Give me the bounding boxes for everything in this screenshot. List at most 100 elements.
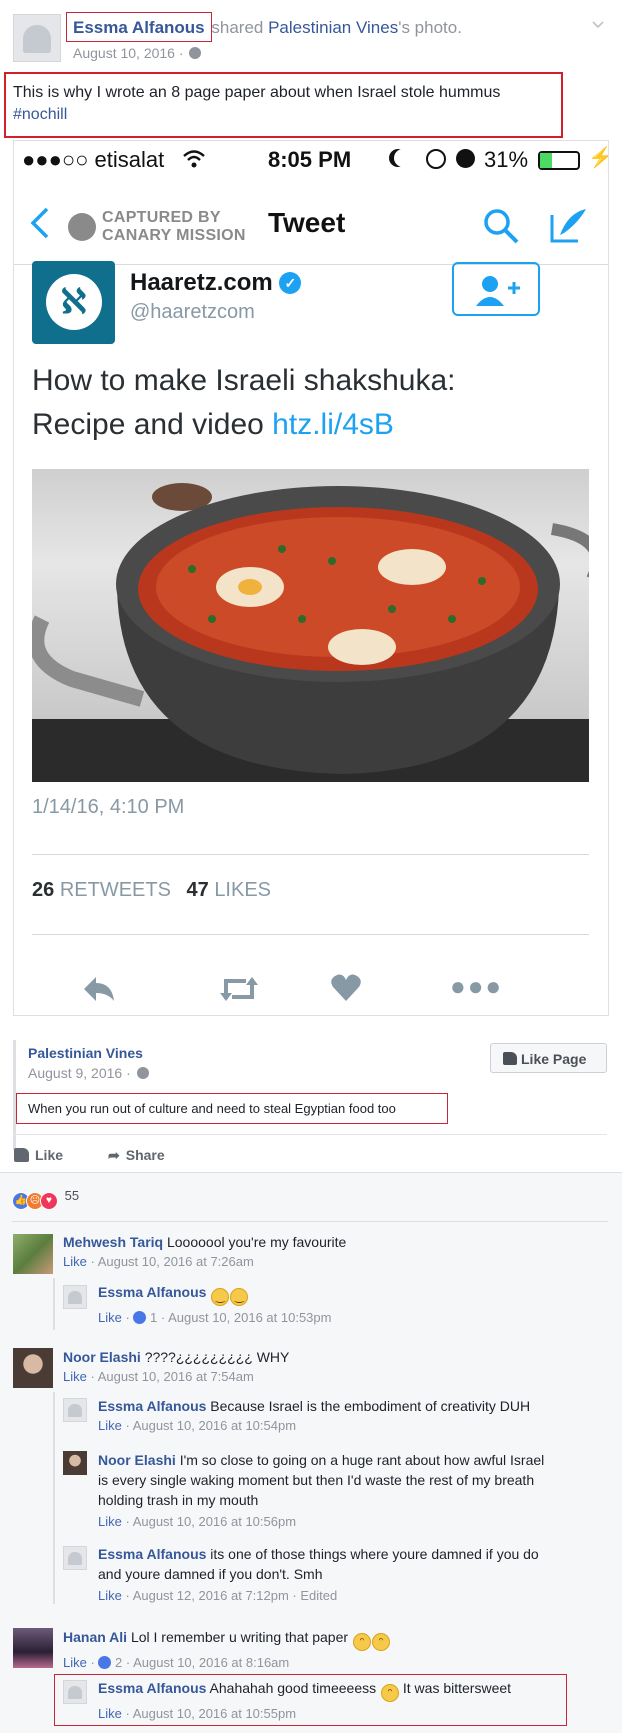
actions-divider (13, 1134, 607, 1135)
comment-like-link[interactable]: Like (63, 1655, 87, 1670)
reply-icon[interactable] (82, 975, 116, 1006)
tweet-text-line-2-text: Recipe and video (32, 408, 264, 441)
source-suffix: 's photo. (398, 18, 462, 37)
search-icon[interactable] (482, 207, 520, 248)
tweet-account-name[interactable]: Haaretz.com ✓ (130, 269, 302, 297)
smirk-emoji-icon: ‿ (211, 1288, 230, 1306)
post-date[interactable]: August 10, 2016 · (73, 45, 184, 61)
shared-page-name[interactable]: Palestinian Vines (28, 1045, 143, 1061)
laughing-emoji-icon: ᵔ (381, 1684, 399, 1702)
comment-timestamp[interactable]: · August 10, 2016 at 7:54am (87, 1369, 253, 1384)
post-caption: This is why I wrote an 8 page paper abou… (13, 82, 558, 126)
reply-author[interactable]: Essma Alfanous (98, 1398, 206, 1414)
reply-author[interactable]: Essma Alfanous (98, 1546, 206, 1562)
reply-thread-line (53, 1392, 55, 1604)
likes-count[interactable]: 47 (187, 879, 209, 901)
reply-author[interactable]: Essma Alfanous (98, 1680, 206, 1696)
more-options-icon[interactable]: ●●● (450, 973, 503, 999)
tweet-text-line-1: How to make Israeli shakshuka: (32, 364, 456, 397)
share-action[interactable]: ➦ Share (108, 1147, 165, 1164)
follow-button[interactable] (452, 262, 540, 316)
globe-icon (136, 1067, 149, 1079)
reply-timestamp[interactable]: · August 10, 2016 at 10:53pm (157, 1310, 332, 1325)
reply-text: Ahahahah good timeeeess (209, 1680, 377, 1696)
comment-timestamp[interactable]: · August 10, 2016 at 8:16am (122, 1655, 289, 1670)
comment-text: ????¿¿¿¿¿¿¿¿¿ WHY (144, 1349, 290, 1365)
shakshuka-photo[interactable] (32, 469, 589, 782)
like-count-icon (133, 1311, 147, 1324)
post-header-line: Essma Alfanous shared Palestinian Vines'… (73, 18, 462, 38)
share-arrow-icon: ➦ (108, 1147, 120, 1163)
reply-timestamp[interactable]: · August 10, 2016 at 10:54pm (122, 1418, 296, 1433)
reactions-count: 55 (64, 1188, 80, 1203)
post-options-chevron-icon[interactable] (592, 18, 604, 30)
author-name[interactable]: Essma Alfanous (73, 18, 205, 37)
reactions-summary[interactable]: 👍 ☹ ♥ 55 (12, 1188, 79, 1210)
moon-icon (394, 149, 412, 167)
comment-like-link[interactable]: Like (63, 1254, 87, 1269)
clock: 8:05 PM (268, 147, 352, 172)
globe-icon (189, 47, 202, 59)
tweet-timestamp: 1/14/16, 4:10 PM (32, 796, 185, 818)
reply-author[interactable]: Essma Alfanous (98, 1284, 206, 1300)
retweets-count[interactable]: 26 (32, 879, 54, 901)
commenter-avatar[interactable] (13, 1234, 53, 1274)
ios-status-bar: ●●●○○ etisalat 8:05 PM 31% ⚡ (14, 141, 608, 181)
reply-avatar[interactable] (63, 1285, 87, 1309)
tweet-link[interactable]: htz.li/4sB (272, 408, 394, 441)
comment-author[interactable]: Noor Elashi (63, 1349, 141, 1365)
compose-icon[interactable] (548, 205, 588, 248)
shared-date[interactable]: August 9, 2016 · (28, 1065, 131, 1081)
shared-date-row: August 9, 2016 · (28, 1065, 149, 1081)
account-name-text: Haaretz.com (130, 269, 273, 296)
tweet-text-line-2: Recipe and video htz.li/4sB (32, 403, 592, 447)
reply-text: Because Israel is the embodiment of crea… (210, 1398, 531, 1414)
shared-text: shared (211, 18, 264, 37)
reply-like-link[interactable]: Like (98, 1588, 122, 1603)
reply-text-line-2: is every single waking moment but then I… (98, 1472, 535, 1488)
reply-avatar[interactable] (63, 1680, 87, 1704)
nav-title: Tweet (268, 207, 346, 238)
shared-description: When you run out of culture and need to … (28, 1101, 396, 1116)
reply-author[interactable]: Noor Elashi (98, 1452, 176, 1468)
commenter-avatar[interactable] (13, 1628, 53, 1668)
heart-icon[interactable] (330, 973, 362, 1006)
hashtag-link[interactable]: #nochill (13, 104, 558, 126)
laughing-emoji-icon: ᵔ (371, 1633, 390, 1651)
reply-like-link[interactable]: Like (98, 1310, 122, 1325)
shared-page-name-text[interactable]: Palestinian Vines (28, 1045, 143, 1061)
comment: Noor Elashi ????¿¿¿¿¿¿¿¿¿ WHY Like · Aug… (63, 1349, 289, 1384)
wifi-icon (182, 149, 206, 175)
shared-photo[interactable]: ●●●○○ etisalat 8:05 PM 31% ⚡ CAPTURED BY… (13, 140, 609, 1016)
comment-text: Looooool you're my favourite (166, 1234, 347, 1250)
like-page-button[interactable]: Like Page (490, 1043, 607, 1073)
back-chevron-icon[interactable] (30, 207, 50, 242)
reply-like-link[interactable]: Like (98, 1514, 122, 1529)
tweet-divider-1 (32, 854, 589, 855)
comment-author[interactable]: Hanan Ali (63, 1629, 127, 1645)
thumbs-up-icon (503, 1052, 517, 1065)
reply-like-link[interactable]: Like (98, 1706, 122, 1721)
reply-like-link[interactable]: Like (98, 1418, 122, 1433)
retweets-label[interactable]: RETWEETS (60, 879, 171, 901)
haaretz-avatar[interactable]: ℵ (32, 261, 115, 344)
reply-avatar[interactable] (63, 1398, 87, 1422)
battery-percent: 31% (484, 147, 529, 172)
comment-like-link[interactable]: Like (63, 1369, 87, 1384)
reply-avatar[interactable] (63, 1546, 87, 1570)
comment-timestamp[interactable]: · August 10, 2016 at 7:26am (87, 1254, 253, 1269)
carrier: ●●●○○ etisalat (22, 147, 165, 172)
reply-avatar[interactable] (63, 1451, 87, 1475)
author-avatar[interactable] (13, 14, 61, 62)
reply-timestamp[interactable]: · August 10, 2016 at 10:56pm (122, 1514, 296, 1529)
likes-label[interactable]: LIKES (214, 879, 271, 901)
like-action-label: Like (35, 1147, 64, 1163)
commenter-avatar[interactable] (13, 1348, 53, 1388)
reply-timestamp[interactable]: · August 10, 2016 at 10:55pm (122, 1706, 296, 1721)
comment-author[interactable]: Mehwesh Tariq (63, 1234, 163, 1250)
like-action[interactable]: Like (14, 1147, 63, 1163)
reply-timestamp[interactable]: · August 12, 2016 at 7:12pm · Edited (122, 1588, 337, 1603)
rotation-lock-icon (426, 149, 446, 169)
source-page-link[interactable]: Palestinian Vines (268, 18, 398, 37)
retweet-icon[interactable] (218, 975, 260, 1006)
